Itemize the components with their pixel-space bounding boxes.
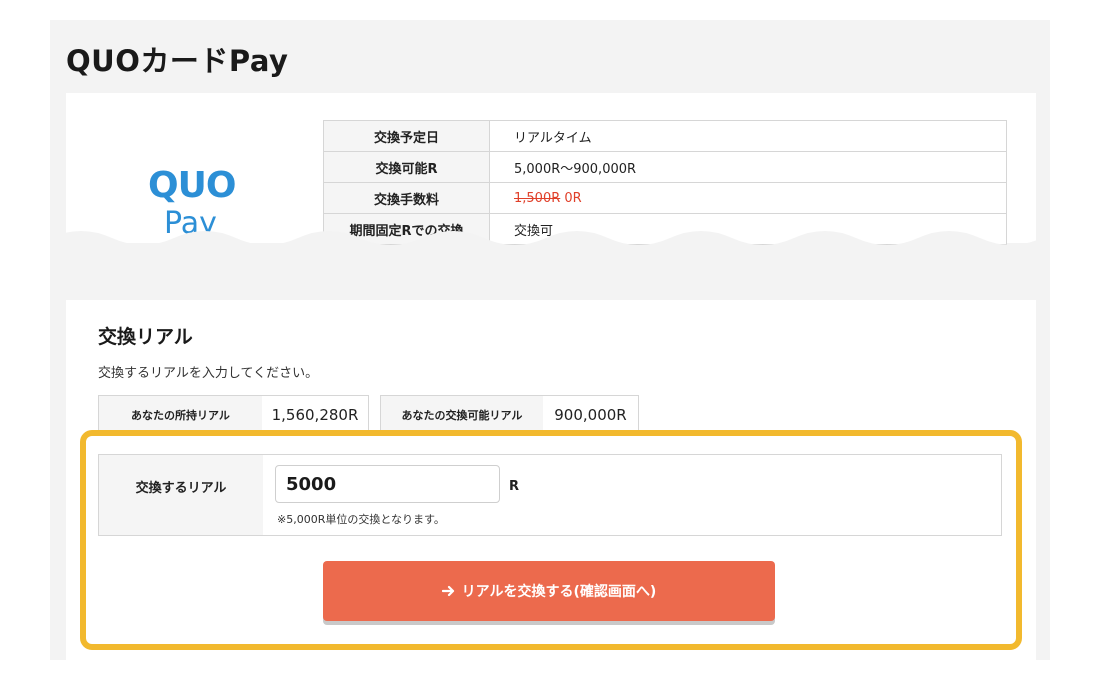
new-fee: 0R	[564, 190, 582, 206]
logo-quo-text: QUO	[148, 165, 236, 206]
exchange-amount-row: 交換するリアル R ※5,000R単位の交換となります。	[98, 454, 1002, 536]
row-label: 交換手数料	[323, 182, 490, 214]
exchange-amount-label: 交換するリアル	[99, 455, 263, 535]
table-row: 交換可能R 5,000R～900,000R	[323, 151, 1007, 183]
unit-label: R	[509, 479, 520, 494]
exchange-amount-input[interactable]	[275, 465, 500, 503]
page-title: QUOカードPay	[66, 44, 289, 78]
row-label: 交換可能R	[323, 151, 490, 183]
arrow-right-icon	[441, 585, 454, 597]
row-label: 交換予定日	[323, 120, 490, 152]
exchangeable-points-label: あなたの交換可能リアル	[381, 396, 543, 434]
row-value: リアルタイム	[489, 120, 1007, 152]
fee-value: 1,500R 0R	[489, 182, 1007, 214]
table-row: 交換手数料 1,500R 0R	[323, 182, 1007, 214]
owned-points-value: 1,560,280R	[262, 396, 368, 434]
old-fee: 1,500R	[514, 190, 561, 206]
logo-pay-text: Pay	[164, 206, 217, 241]
row-value: 交換可	[489, 213, 1007, 245]
owned-points-box: あなたの所持リアル 1,560,280R	[98, 395, 369, 435]
exchange-amount-field: R ※5,000R単位の交換となります。	[263, 455, 1001, 535]
row-label: 期間固定Rでの交換	[323, 213, 490, 245]
instruction-text: 交換するリアルを入力してください。	[98, 366, 319, 381]
submit-button-label: リアルを交換する(確認画面へ)	[461, 584, 657, 600]
table-row: 期間固定Rでの交換 交換可	[323, 213, 1007, 245]
info-table: 交換予定日 リアルタイム 交換可能R 5,000R～900,000R 交換手数料…	[323, 120, 1007, 245]
owned-points-label: あなたの所持リアル	[99, 396, 262, 434]
table-row: 交換予定日 リアルタイム	[323, 120, 1007, 152]
unit-note: ※5,000R単位の交換となります。	[277, 513, 445, 526]
submit-exchange-button[interactable]: リアルを交換する(確認画面へ)	[323, 561, 775, 621]
row-value: 5,000R～900,000R	[489, 151, 1007, 183]
exchangeable-points-box: あなたの交換可能リアル 900,000R	[380, 395, 639, 435]
section-title: 交換リアル	[98, 326, 193, 348]
quo-pay-logo: QUO Pay	[148, 166, 240, 242]
exchangeable-points-value: 900,000R	[543, 396, 638, 434]
